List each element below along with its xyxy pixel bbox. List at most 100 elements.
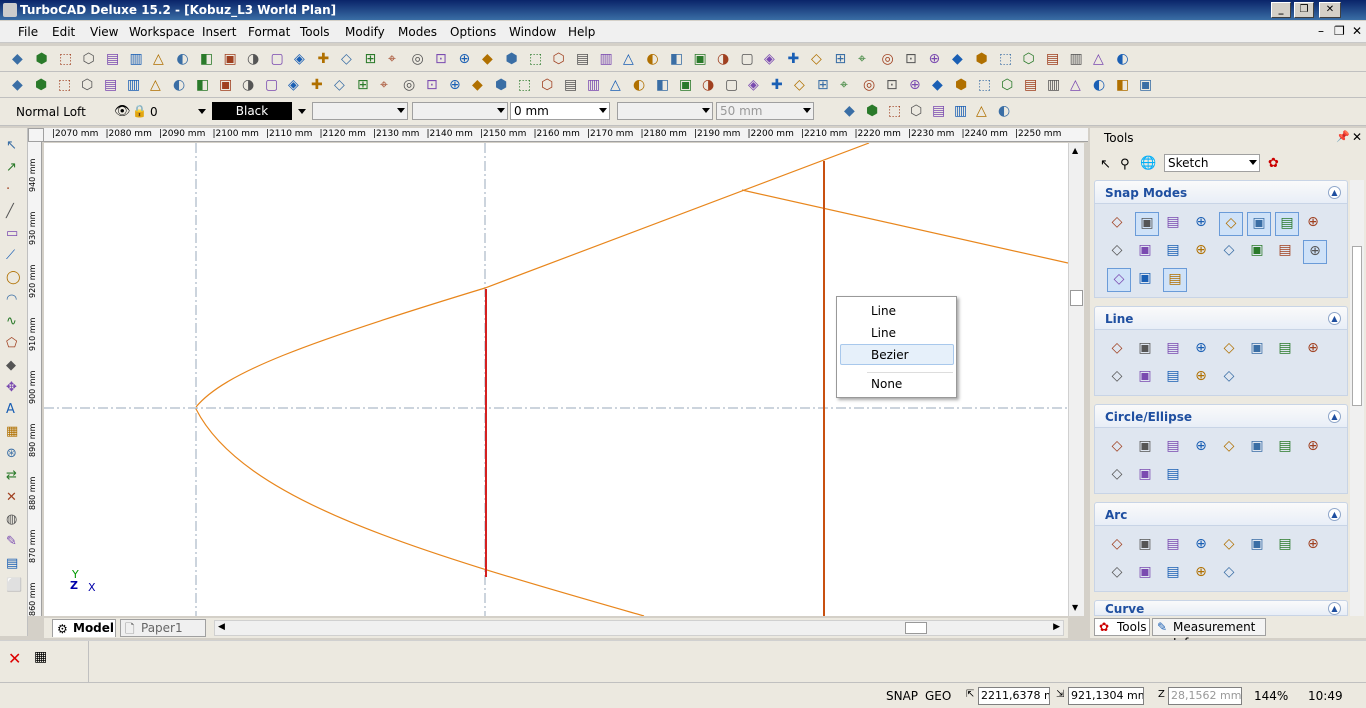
- panel-tool-icon[interactable]: ▤: [1163, 212, 1183, 232]
- panel-tool-icon[interactable]: ▣: [1135, 240, 1155, 260]
- toolbar-tool-icon[interactable]: ▤: [1024, 77, 1040, 93]
- toolbar-tool-icon[interactable]: △: [1093, 51, 1109, 67]
- toolbar-tool-icon[interactable]: ⬢: [976, 51, 992, 67]
- collapse-icon[interactable]: ▲: [1328, 508, 1341, 521]
- select-arrow-icon[interactable]: ↖: [1100, 157, 1111, 172]
- context-item-line-2[interactable]: Line: [871, 326, 896, 340]
- panel-tool-icon[interactable]: ▣: [1135, 562, 1155, 582]
- section-curve[interactable]: Curve ▲: [1094, 600, 1348, 616]
- menu-modes[interactable]: Modes: [398, 25, 437, 39]
- panel-tool-icon[interactable]: ▣: [1135, 338, 1155, 358]
- toolbar-tool-icon[interactable]: ⬚: [58, 77, 74, 93]
- collapse-icon[interactable]: ▲: [1328, 410, 1341, 423]
- scroll-thumb[interactable]: [1070, 290, 1083, 306]
- toolbar-tool-icon[interactable]: ⬚: [888, 103, 904, 119]
- panel-tool-icon[interactable]: ▣: [1135, 534, 1155, 554]
- toolbar-tool-icon[interactable]: ⊡: [426, 77, 442, 93]
- left-tool-icon[interactable]: ⬠: [6, 336, 22, 352]
- panel-tool-icon[interactable]: ◇: [1219, 562, 1239, 582]
- panel-tool-icon[interactable]: ◇: [1107, 366, 1127, 386]
- toolbar-tool-icon[interactable]: ◐: [173, 77, 189, 93]
- color-selector[interactable]: Black: [212, 102, 292, 120]
- left-tool-icon[interactable]: ▤: [6, 556, 22, 572]
- panel-tool-icon[interactable]: ▣: [1135, 464, 1155, 484]
- panel-tool-icon[interactable]: ▣: [1247, 240, 1267, 260]
- toolbar-tool-icon[interactable]: ▥: [600, 51, 616, 67]
- toolbar-tool-icon[interactable]: ⌖: [388, 51, 404, 67]
- panel-tool-icon[interactable]: ◇: [1107, 268, 1131, 292]
- panel-tool-icon[interactable]: ⊕: [1303, 534, 1323, 554]
- panel-tool-icon[interactable]: ▣: [1247, 436, 1267, 456]
- panel-tool-icon[interactable]: ▣: [1135, 268, 1155, 288]
- left-tool-icon[interactable]: ▦: [6, 424, 22, 440]
- toolbar-tool-icon[interactable]: ◇: [341, 51, 357, 67]
- toolbar-tool-icon[interactable]: ▢: [725, 77, 741, 93]
- context-item-none[interactable]: None: [871, 377, 902, 391]
- panel-tool-icon[interactable]: ◇: [1219, 366, 1239, 386]
- x-coordinate-field[interactable]: 2211,6378 mm: [978, 687, 1050, 705]
- z-coordinate-field[interactable]: 28,1562 mm: [1168, 687, 1242, 705]
- panel-tool-icon[interactable]: ◇: [1219, 338, 1239, 358]
- panel-tool-icon[interactable]: ◇: [1107, 464, 1127, 484]
- toolbar-tool-icon[interactable]: △: [623, 51, 639, 67]
- panel-tool-icon[interactable]: ▤: [1275, 534, 1295, 554]
- toolbar-tool-icon[interactable]: ▥: [954, 103, 970, 119]
- pin-icon[interactable]: 📌: [1336, 130, 1350, 143]
- toolbar-tool-icon[interactable]: ⬢: [506, 51, 522, 67]
- left-tool-icon[interactable]: ∿: [6, 314, 22, 330]
- toolbar-tool-icon[interactable]: ◧: [670, 51, 686, 67]
- toolbar-tool-icon[interactable]: ◇: [811, 51, 827, 67]
- panel-tool-icon[interactable]: ◇: [1107, 240, 1127, 260]
- panel-close-icon[interactable]: ✕: [1352, 130, 1362, 144]
- toolbar-tool-icon[interactable]: △: [153, 51, 169, 67]
- panel-tool-icon[interactable]: ⊕: [1191, 534, 1211, 554]
- color-dropdown-icon[interactable]: [298, 109, 306, 114]
- panel-tool-icon[interactable]: ⊕: [1303, 436, 1323, 456]
- toolbar-tool-icon[interactable]: ▣: [224, 51, 240, 67]
- toolbar-tool-icon[interactable]: ◎: [403, 77, 419, 93]
- toolbar-tool-icon[interactable]: ◧: [200, 51, 216, 67]
- left-tool-icon[interactable]: ⟋: [6, 248, 22, 264]
- left-tool-icon[interactable]: ✥: [6, 380, 22, 396]
- left-tool-icon[interactable]: ⬜: [6, 578, 22, 594]
- toolbar-tool-icon[interactable]: ⊞: [365, 51, 381, 67]
- left-tool-icon[interactable]: ✎: [6, 534, 22, 550]
- close-button[interactable]: ✕: [1319, 2, 1341, 18]
- toolbar-tool-icon[interactable]: ⊕: [459, 51, 475, 67]
- toolbar-tool-icon[interactable]: ⬡: [83, 51, 99, 67]
- layer-dropdown-icon[interactable]: [198, 109, 206, 114]
- geo-indicator[interactable]: GEO: [925, 689, 951, 703]
- scroll-down-icon[interactable]: ▼: [1072, 603, 1078, 612]
- left-tool-icon[interactable]: ↖: [6, 138, 22, 154]
- toolbar-tool-icon[interactable]: ▤: [106, 51, 122, 67]
- toolbar-tool-icon[interactable]: ⌖: [858, 51, 874, 67]
- toolbar-tool-icon[interactable]: ▤: [104, 77, 120, 93]
- mdi-restore-icon[interactable]: ❐: [1334, 24, 1345, 38]
- toolbar-tool-icon[interactable]: ⊡: [905, 51, 921, 67]
- toolbar-tool-icon[interactable]: ▤: [1046, 51, 1062, 67]
- panel-tool-icon[interactable]: ▣: [1247, 338, 1267, 358]
- section-circle-ellipse[interactable]: Circle/Ellipse ▲: [1094, 404, 1348, 428]
- toolbar-tool-icon[interactable]: ◇: [794, 77, 810, 93]
- left-tool-icon[interactable]: ▭: [6, 226, 22, 242]
- toolbar-tool-icon[interactable]: ◆: [472, 77, 488, 93]
- toolbar-tool-icon[interactable]: ⬚: [518, 77, 534, 93]
- toolbar-tool-icon[interactable]: ◧: [656, 77, 672, 93]
- toolbar-tool-icon[interactable]: ✚: [771, 77, 787, 93]
- ruler-corner[interactable]: [28, 128, 44, 142]
- toolbar-tool-icon[interactable]: ✚: [318, 51, 334, 67]
- line-style-select[interactable]: [312, 102, 408, 120]
- mdi-minimize-icon[interactable]: –: [1318, 24, 1324, 38]
- toolbar-tool-icon[interactable]: ⬚: [59, 51, 75, 67]
- cancel-icon[interactable]: ✕: [8, 649, 21, 668]
- toolbar-tool-icon[interactable]: ◈: [764, 51, 780, 67]
- scale-select[interactable]: 50 mm: [716, 102, 814, 120]
- panel-tool-icon[interactable]: ▤: [1275, 240, 1295, 260]
- toolbar-tool-icon[interactable]: ◐: [177, 51, 193, 67]
- panel-tool-icon[interactable]: ◇: [1107, 534, 1127, 554]
- left-tool-icon[interactable]: ⇄: [6, 468, 22, 484]
- panel-tool-icon[interactable]: ▤: [1163, 240, 1183, 260]
- scroll-right-icon[interactable]: ▶: [1053, 622, 1060, 632]
- menu-window[interactable]: Window: [509, 25, 556, 39]
- toolbar-tool-icon[interactable]: ⬡: [81, 77, 97, 93]
